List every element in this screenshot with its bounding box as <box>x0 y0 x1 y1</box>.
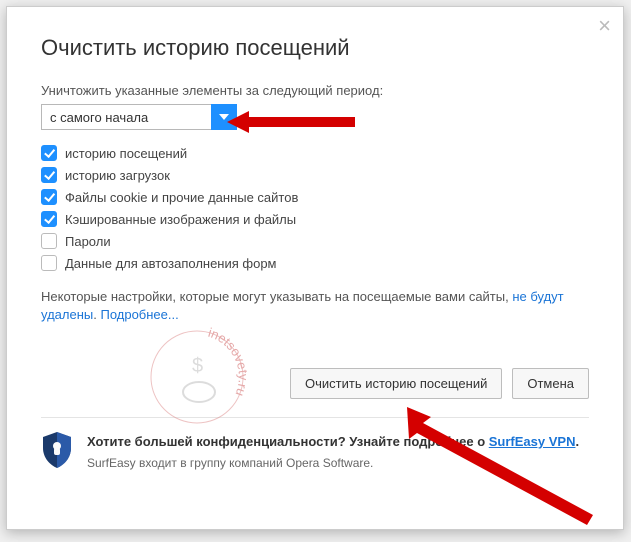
shield-icon <box>41 432 73 468</box>
checkbox[interactable] <box>41 233 57 249</box>
option-label: историю посещений <box>65 146 187 161</box>
footer-text: Хотите большей конфиденциальности? Узнай… <box>87 432 579 472</box>
option-row: Кэшированные изображения и файлы <box>41 208 589 230</box>
clear-button[interactable]: Очистить историю посещений <box>290 368 502 399</box>
close-icon[interactable]: × <box>598 15 611 37</box>
options-list: историю посещений историю загрузок Файлы c… <box>41 142 589 274</box>
cancel-button[interactable]: Отмена <box>512 368 589 399</box>
info-prefix: Некоторые настройки, которые могут указы… <box>41 289 512 304</box>
option-label: Кэшированные изображения и файлы <box>65 212 296 227</box>
dialog-title: Очистить историю посещений <box>41 35 589 61</box>
footer-title: Хотите большей конфиденциальности? Узнай… <box>87 432 579 452</box>
clear-history-dialog: × Очистить историю посещений Уничтожить … <box>6 6 624 530</box>
info-text: Некоторые настройки, которые могут указы… <box>41 288 589 324</box>
period-label: Уничтожить указанные элементы за следующ… <box>41 83 589 98</box>
action-buttons: Очистить историю посещений Отмена <box>41 368 589 418</box>
footer: Хотите большей конфиденциальности? Узнай… <box>41 418 589 472</box>
option-row: Пароли <box>41 230 589 252</box>
period-select[interactable]: с самого начала <box>41 104 589 130</box>
option-label: историю загрузок <box>65 168 170 183</box>
surfeasy-link[interactable]: SurfEasy VPN <box>489 434 576 449</box>
option-label: Файлы cookie и прочие данные сайтов <box>65 190 298 205</box>
option-row: Данные для автозаполнения форм <box>41 252 589 274</box>
chevron-down-icon[interactable] <box>211 104 237 130</box>
option-label: Пароли <box>65 234 111 249</box>
checkbox[interactable] <box>41 167 57 183</box>
period-value: с самого начала <box>41 104 211 130</box>
option-row: Файлы cookie и прочие данные сайтов <box>41 186 589 208</box>
footer-subtext: SurfEasy входит в группу компаний Opera … <box>87 454 579 472</box>
checkbox[interactable] <box>41 145 57 161</box>
checkbox[interactable] <box>41 211 57 227</box>
option-row: историю загрузок <box>41 164 589 186</box>
learn-more-link[interactable]: Подробнее... <box>100 307 178 322</box>
option-label: Данные для автозаполнения форм <box>65 256 277 271</box>
option-row: историю посещений <box>41 142 589 164</box>
checkbox[interactable] <box>41 189 57 205</box>
checkbox[interactable] <box>41 255 57 271</box>
